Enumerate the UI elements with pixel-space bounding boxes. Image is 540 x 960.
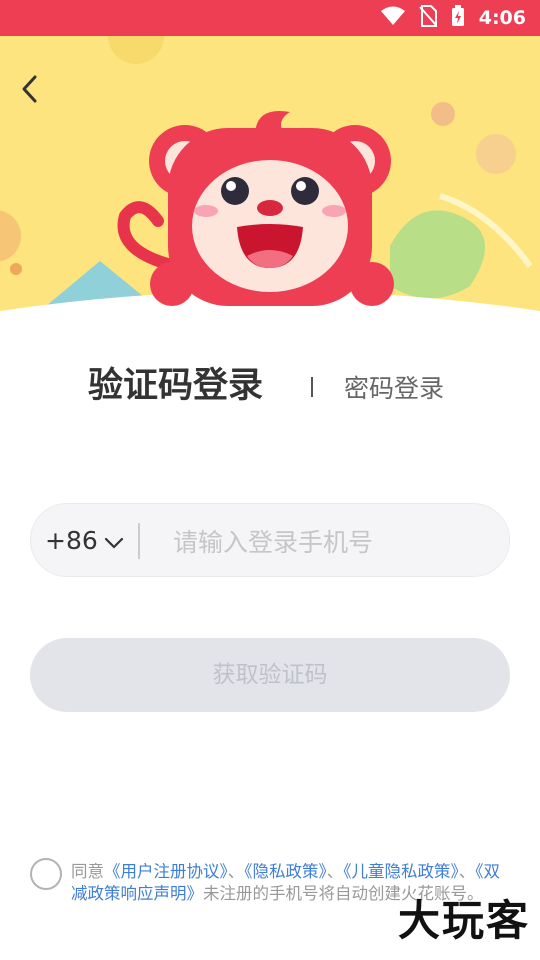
watermark-logo: 大玩客 [397, 896, 530, 945]
user-agreement-link[interactable]: 《用户注册协议》 [104, 862, 228, 881]
get-code-button[interactable]: 获取验证码 [30, 638, 510, 712]
agreement-sep: 、 [227, 862, 245, 881]
child-privacy-link[interactable]: 《儿童隐私政策》 [343, 862, 459, 881]
phone-input[interactable] [171, 516, 495, 568]
tab-password-login[interactable]: 密码登录 [344, 369, 444, 405]
agreement-sep: 、 [326, 862, 344, 881]
status-time: 4:06 [478, 7, 526, 29]
privacy-policy-link[interactable]: 《隐私政策》 [244, 862, 327, 881]
no-sim-icon [418, 5, 437, 31]
battery-charging-icon [451, 5, 465, 31]
back-button[interactable] [20, 74, 60, 114]
phone-separator [138, 523, 140, 559]
login-tabs: 验证码登录 密码登录 [0, 355, 540, 415]
phone-field: +86 [30, 503, 510, 577]
agreement-prefix: 同意 [71, 862, 104, 881]
header-illustration [0, 36, 540, 336]
country-code-value: +86 [45, 526, 98, 555]
agreement-sep: 、 [458, 862, 476, 881]
tab-sms-login[interactable]: 验证码登录 [88, 357, 263, 408]
agree-checkbox[interactable] [30, 858, 62, 890]
status-bar: 4:06 [0, 0, 540, 36]
chevron-down-icon [104, 526, 124, 555]
tab-divider [311, 377, 313, 397]
country-code-selector[interactable]: +86 [45, 526, 124, 555]
wifi-icon [380, 6, 405, 30]
